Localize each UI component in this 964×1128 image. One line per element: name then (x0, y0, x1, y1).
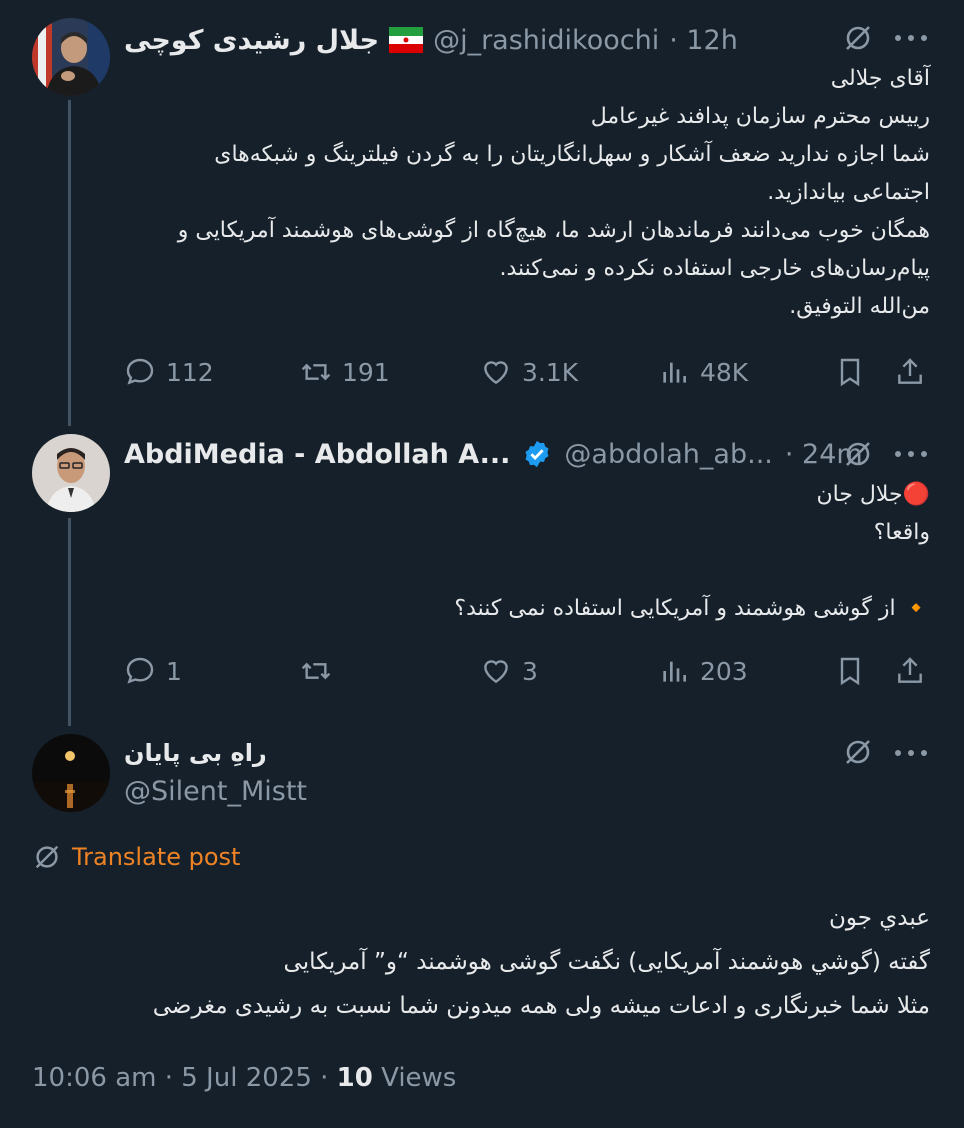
more-icon[interactable] (894, 450, 928, 458)
text-line: پیام‌رسان‌های خارجی استفاده نکرده و نمی‌… (499, 256, 930, 281)
heart-icon (484, 361, 508, 385)
display-name[interactable]: جلال رشیدی کوچی (124, 25, 379, 56)
grok-icon[interactable] (842, 736, 874, 768)
text-line: اجتماعی بیاندازید. (767, 180, 930, 205)
more-icon[interactable] (894, 749, 928, 757)
share-icon (898, 358, 922, 384)
like-button[interactable]: 3.1K (480, 352, 578, 392)
display-name[interactable]: راهِ بی پایان (124, 739, 267, 767)
translate-label: Translate post (72, 843, 241, 871)
grok-icon[interactable] (842, 22, 874, 54)
avatar-post-2[interactable] (32, 434, 110, 512)
like-button[interactable]: 3 (480, 651, 538, 691)
translate-post-link[interactable]: Translate post (32, 842, 240, 872)
text-line: گفته (گوشي هوشمند آمريكايى) نگفت گوشى هو… (283, 949, 930, 975)
text-line: آقای جلالی (830, 66, 930, 91)
repost-button[interactable]: 191 (300, 352, 390, 392)
more-icon[interactable] (894, 34, 928, 42)
views-icon (663, 362, 686, 383)
text-line: عبدي جون (828, 905, 930, 931)
timestamp[interactable]: · 12h (669, 25, 738, 56)
views-count: 203 (700, 656, 748, 686)
text-line: 🔴جلال جان (816, 482, 930, 507)
repost-count: 191 (342, 357, 390, 387)
share-icon (898, 657, 922, 683)
views-total: 10 (336, 1063, 373, 1093)
views-button[interactable]: 48K (658, 352, 748, 392)
reply-button[interactable]: 1 (124, 651, 182, 691)
bookmark-button[interactable] (834, 352, 866, 392)
repost-icon (301, 662, 331, 680)
flag-iran-icon (389, 27, 424, 53)
post-text: عبدي جون گفته (گوشي هوشمند آمريكايى) نگف… (50, 896, 930, 1028)
avatar-post-3[interactable] (32, 734, 110, 812)
handle[interactable]: @Silent_Mistt (124, 776, 307, 807)
share-button[interactable] (894, 352, 926, 392)
translate-icon (35, 845, 59, 869)
avatar-post-1[interactable] (32, 18, 110, 96)
reply-count: 112 (166, 357, 214, 387)
repost-button[interactable] (300, 651, 342, 691)
text-line: رییس محترم سازمان پدافند غیرعامل (590, 104, 930, 129)
text-line: شما اجازه ندارید ضعف آشکار و سهل‌انگاریت… (214, 142, 930, 167)
reply-icon (126, 358, 154, 385)
repost-icon (301, 363, 331, 381)
thread-line (68, 518, 71, 726)
text-line: واقعا؟ (873, 520, 930, 545)
text-line: مثلا شما خبرنگارى و ادعات ميشه ولى همه م… (152, 993, 930, 1019)
views-label: Views (372, 1063, 457, 1093)
reply-icon (126, 657, 154, 684)
text-line: همگان خوب می‌دانند فرماندهان ارشد ما، هی… (177, 218, 930, 243)
handle[interactable]: @abdolah_ab... (564, 439, 772, 470)
bookmark-icon (840, 358, 860, 387)
like-count: 3 (522, 656, 538, 686)
views-count: 48K (700, 357, 749, 387)
post-text: 🔴جلال جان واقعا؟ 🔸 از گوشی هوشمند و آمری… (130, 476, 930, 628)
text-line: 🔸 از گوشی هوشمند و آمریکایی استفاده نمی … (454, 596, 930, 621)
views-button[interactable]: 203 (658, 651, 748, 691)
bookmark-button[interactable] (834, 651, 866, 691)
share-button[interactable] (894, 651, 926, 691)
thread-line (68, 100, 71, 426)
post-datetime[interactable]: 10:06 am · 5 Jul 2025 · (32, 1063, 337, 1093)
grok-icon[interactable] (842, 438, 874, 470)
post-meta: 10:06 am · 5 Jul 2025 · 10 Views (32, 1063, 456, 1093)
action-bar: 112 191 3.1K 48K (124, 352, 930, 392)
text-line: من‌الله التوفیق. (789, 294, 930, 319)
text-line (130, 552, 930, 590)
display-name[interactable]: AbdiMedia - Abdollah A... (124, 439, 510, 470)
post-text: آقای جلالی رییس محترم سازمان پدافند غیرع… (130, 60, 930, 326)
like-count: 3.1K (522, 357, 579, 387)
verified-badge-icon (522, 439, 552, 469)
heart-icon (484, 660, 508, 684)
reply-count: 1 (166, 656, 182, 686)
handle[interactable]: @j_rashidikoochi (433, 25, 659, 56)
reply-button[interactable]: 112 (124, 352, 214, 392)
action-bar: 1 3 203 (124, 651, 930, 691)
views-icon (663, 661, 686, 682)
bookmark-icon (840, 657, 860, 686)
